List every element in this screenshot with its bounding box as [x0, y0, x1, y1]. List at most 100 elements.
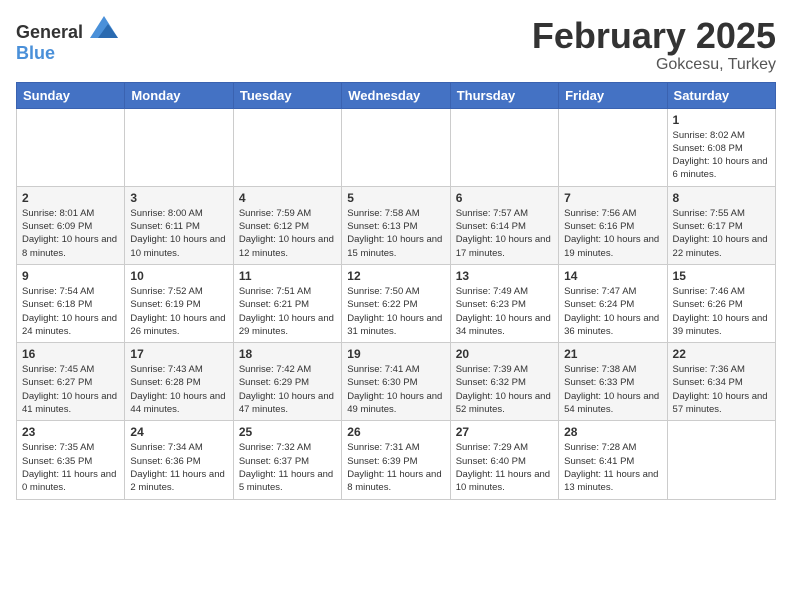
calendar-cell — [342, 108, 450, 186]
day-number: 22 — [673, 347, 770, 361]
day-info: Sunrise: 7:50 AMSunset: 6:22 PMDaylight:… — [347, 285, 444, 338]
day-info: Sunrise: 7:38 AMSunset: 6:33 PMDaylight:… — [564, 363, 661, 416]
page-header: General Blue February 2025 Gokcesu, Turk… — [16, 16, 776, 74]
calendar-cell — [125, 108, 233, 186]
calendar-cell: 12Sunrise: 7:50 AMSunset: 6:22 PMDayligh… — [342, 264, 450, 342]
calendar-cell: 4 Sunrise: 7:59 AMSunset: 6:12 PMDaylight… — [233, 186, 341, 264]
logo-blue: Blue — [16, 43, 55, 63]
calendar-week-row: 16 Sunrise: 7:45 AMSunset: 6:27 PMDayligh… — [17, 343, 776, 421]
calendar-week-row: 23 Sunrise: 7:35 AMSunset: 6:35 PMDayligh… — [17, 421, 776, 499]
day-info: Sunrise: 7:55 AMSunset: 6:17 PMDaylight:… — [673, 207, 770, 260]
calendar-cell: 5 Sunrise: 7:58 AMSunset: 6:13 PMDaylight… — [342, 186, 450, 264]
day-info: Sunrise: 7:31 AMSunset: 6:39 PMDaylight:… — [347, 441, 444, 494]
calendar-cell: 15 Sunrise: 7:46 AMSunset: 6:26 PMDayligh… — [667, 264, 775, 342]
calendar-cell: 24 Sunrise: 7:34 AMSunset: 6:36 PMDayligh… — [125, 421, 233, 499]
day-number: 26 — [347, 425, 444, 439]
day-number: 28 — [564, 425, 661, 439]
day-info: Sunrise: 7:39 AMSunset: 6:32 PMDaylight:… — [456, 363, 553, 416]
calendar-cell: 10Sunrise: 7:52 AMSunset: 6:19 PMDayligh… — [125, 264, 233, 342]
calendar-cell: 26 Sunrise: 7:31 AMSunset: 6:39 PMDayligh… — [342, 421, 450, 499]
day-number: 14 — [564, 269, 661, 283]
day-info: Sunrise: 7:47 AMSunset: 6:24 PMDaylight:… — [564, 285, 661, 338]
day-number: 15 — [673, 269, 770, 283]
logo-general: General — [16, 22, 83, 42]
day-info: Sunrise: 7:43 AMSunset: 6:28 PMDaylight:… — [130, 363, 227, 416]
calendar-cell: 27 Sunrise: 7:29 AMSunset: 6:40 PMDayligh… — [450, 421, 558, 499]
day-info: Sunrise: 7:51 AMSunset: 6:21 PMDaylight:… — [239, 285, 336, 338]
day-number: 9 — [22, 269, 119, 283]
day-number: 5 — [347, 191, 444, 205]
day-number: 2 — [22, 191, 119, 205]
calendar-cell: 19Sunrise: 7:41 AMSunset: 6:30 PMDayligh… — [342, 343, 450, 421]
day-info: Sunrise: 7:32 AMSunset: 6:37 PMDaylight:… — [239, 441, 336, 494]
day-number: 4 — [239, 191, 336, 205]
day-info: Sunrise: 7:59 AMSunset: 6:12 PMDaylight:… — [239, 207, 336, 260]
calendar-cell — [450, 108, 558, 186]
day-info: Sunrise: 7:56 AMSunset: 6:16 PMDaylight:… — [564, 207, 661, 260]
calendar-header-row: SundayMondayTuesdayWednesdayThursdayFrid… — [17, 82, 776, 108]
calendar-week-row: 1 Sunrise: 8:02 AMSunset: 6:08 PMDaylight… — [17, 108, 776, 186]
calendar-table: SundayMondayTuesdayWednesdayThursdayFrid… — [16, 82, 776, 500]
calendar-cell: 2 Sunrise: 8:01 AMSunset: 6:09 PMDaylight… — [17, 186, 125, 264]
day-info: Sunrise: 7:58 AMSunset: 6:13 PMDaylight:… — [347, 207, 444, 260]
calendar-cell: 11 Sunrise: 7:51 AMSunset: 6:21 PMDayligh… — [233, 264, 341, 342]
calendar-cell — [559, 108, 667, 186]
logo: General Blue — [16, 16, 118, 64]
calendar-cell — [233, 108, 341, 186]
day-number: 24 — [130, 425, 227, 439]
day-number: 1 — [673, 113, 770, 127]
day-number: 21 — [564, 347, 661, 361]
calendar-cell: 8 Sunrise: 7:55 AMSunset: 6:17 PMDaylight… — [667, 186, 775, 264]
day-number: 6 — [456, 191, 553, 205]
day-number: 13 — [456, 269, 553, 283]
day-number: 11 — [239, 269, 336, 283]
day-info: Sunrise: 7:29 AMSunset: 6:40 PMDaylight:… — [456, 441, 553, 494]
day-info: Sunrise: 8:02 AMSunset: 6:08 PMDaylight:… — [673, 129, 770, 182]
day-info: Sunrise: 7:46 AMSunset: 6:26 PMDaylight:… — [673, 285, 770, 338]
weekday-header: Saturday — [667, 82, 775, 108]
day-number: 25 — [239, 425, 336, 439]
day-info: Sunrise: 7:52 AMSunset: 6:19 PMDaylight:… — [130, 285, 227, 338]
calendar-cell: 21 Sunrise: 7:38 AMSunset: 6:33 PMDayligh… — [559, 343, 667, 421]
day-number: 3 — [130, 191, 227, 205]
logo-icon — [90, 16, 118, 38]
day-number: 8 — [673, 191, 770, 205]
calendar-cell: 13 Sunrise: 7:49 AMSunset: 6:23 PMDayligh… — [450, 264, 558, 342]
weekday-header: Wednesday — [342, 82, 450, 108]
calendar-cell: 25 Sunrise: 7:32 AMSunset: 6:37 PMDayligh… — [233, 421, 341, 499]
day-number: 18 — [239, 347, 336, 361]
calendar-cell: 7 Sunrise: 7:56 AMSunset: 6:16 PMDaylight… — [559, 186, 667, 264]
calendar-week-row: 9 Sunrise: 7:54 AMSunset: 6:18 PMDaylight… — [17, 264, 776, 342]
day-number: 20 — [456, 347, 553, 361]
calendar-cell: 18 Sunrise: 7:42 AMSunset: 6:29 PMDayligh… — [233, 343, 341, 421]
day-info: Sunrise: 7:57 AMSunset: 6:14 PMDaylight:… — [456, 207, 553, 260]
day-number: 17 — [130, 347, 227, 361]
day-number: 16 — [22, 347, 119, 361]
calendar-week-row: 2 Sunrise: 8:01 AMSunset: 6:09 PMDaylight… — [17, 186, 776, 264]
weekday-header: Thursday — [450, 82, 558, 108]
day-info: Sunrise: 7:35 AMSunset: 6:35 PMDaylight:… — [22, 441, 119, 494]
day-info: Sunrise: 7:54 AMSunset: 6:18 PMDaylight:… — [22, 285, 119, 338]
calendar-cell: 9 Sunrise: 7:54 AMSunset: 6:18 PMDaylight… — [17, 264, 125, 342]
weekday-header: Monday — [125, 82, 233, 108]
month-title: February 2025 — [532, 16, 776, 56]
day-info: Sunrise: 7:49 AMSunset: 6:23 PMDaylight:… — [456, 285, 553, 338]
calendar-cell: 1 Sunrise: 8:02 AMSunset: 6:08 PMDaylight… — [667, 108, 775, 186]
calendar-cell: 17 Sunrise: 7:43 AMSunset: 6:28 PMDayligh… — [125, 343, 233, 421]
weekday-header: Friday — [559, 82, 667, 108]
logo-text: General Blue — [16, 16, 118, 64]
day-number: 27 — [456, 425, 553, 439]
day-info: Sunrise: 7:42 AMSunset: 6:29 PMDaylight:… — [239, 363, 336, 416]
day-number: 7 — [564, 191, 661, 205]
day-info: Sunrise: 7:45 AMSunset: 6:27 PMDaylight:… — [22, 363, 119, 416]
calendar-cell: 20 Sunrise: 7:39 AMSunset: 6:32 PMDayligh… — [450, 343, 558, 421]
day-info: Sunrise: 7:28 AMSunset: 6:41 PMDaylight:… — [564, 441, 661, 494]
day-info: Sunrise: 7:36 AMSunset: 6:34 PMDaylight:… — [673, 363, 770, 416]
day-info: Sunrise: 8:01 AMSunset: 6:09 PMDaylight:… — [22, 207, 119, 260]
calendar-cell: 16 Sunrise: 7:45 AMSunset: 6:27 PMDayligh… — [17, 343, 125, 421]
day-info: Sunrise: 7:41 AMSunset: 6:30 PMDaylight:… — [347, 363, 444, 416]
day-info: Sunrise: 7:34 AMSunset: 6:36 PMDaylight:… — [130, 441, 227, 494]
calendar-cell: 22 Sunrise: 7:36 AMSunset: 6:34 PMDayligh… — [667, 343, 775, 421]
title-block: February 2025 Gokcesu, Turkey — [532, 16, 776, 74]
day-number: 23 — [22, 425, 119, 439]
